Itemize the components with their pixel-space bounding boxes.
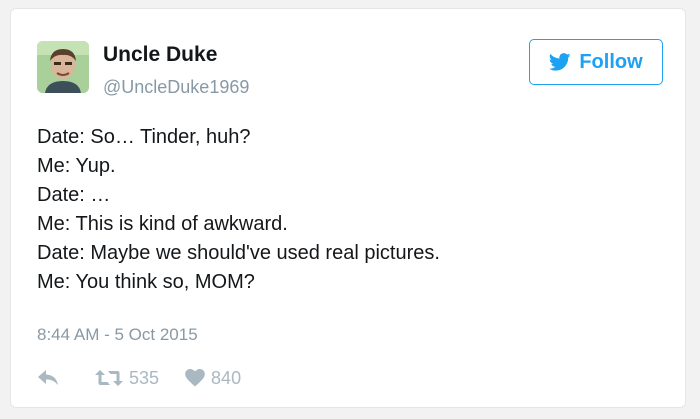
display-name[interactable]: Uncle Duke — [103, 43, 217, 67]
tweet-timestamp[interactable]: 8:44 AM - 5 Oct 2015 — [37, 325, 198, 345]
retweet-button[interactable]: 535 — [95, 368, 159, 389]
follow-button[interactable]: Follow — [529, 39, 663, 85]
tweet-card: Uncle Duke @UncleDuke1969 Follow Date: S… — [10, 8, 686, 408]
user-avatar-icon — [37, 41, 89, 93]
retweet-count: 535 — [129, 367, 160, 388]
tweet-line: Date: Maybe we should've used real pictu… — [37, 242, 440, 264]
reply-icon — [38, 370, 58, 385]
heart-icon — [185, 369, 205, 387]
tweet-line: Me: Yup. — [37, 155, 116, 177]
tweet-line: Date: So… Tinder, huh? — [37, 126, 251, 148]
tweet-line: Me: You think so, MOM? — [37, 271, 255, 293]
like-count: 840 — [211, 367, 242, 388]
follow-label: Follow — [579, 50, 643, 73]
tweet-actions: 535 840 — [37, 365, 241, 391]
tweet-text: Date: So… Tinder, huh? Me: Yup. Date: … … — [37, 123, 657, 297]
retweet-icon — [95, 370, 123, 386]
tweet-line: Me: This is kind of awkward. — [37, 213, 288, 235]
user-handle[interactable]: @UncleDuke1969 — [103, 77, 249, 98]
avatar[interactable] — [37, 41, 89, 93]
bird-icon — [549, 53, 571, 71]
tweet-line: Date: … — [37, 184, 111, 206]
like-button[interactable]: 840 — [185, 368, 241, 389]
reply-button[interactable] — [37, 369, 59, 387]
